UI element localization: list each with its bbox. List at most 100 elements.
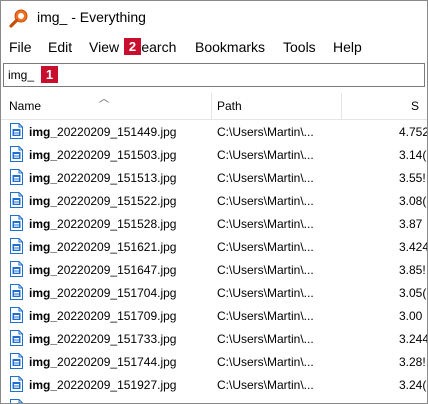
file-name-rest: 20220209_151522.jpg [57, 194, 177, 208]
file-size: 3.28! [399, 355, 426, 369]
table-row[interactable]: img_20220209_151927.jpg C:\Users\Martin\.… [1, 373, 427, 396]
table-row[interactable]: img_20220209_151733.jpg C:\Users\Martin\.… [1, 327, 427, 350]
match-highlight: img_ [29, 355, 58, 369]
sort-ascending-icon: ︿ [99, 94, 109, 105]
image-file-icon [10, 307, 23, 323]
file-name: img_20220209_152034.jpg [29, 401, 176, 403]
file-name-rest: 20220209_151503.jpg [57, 148, 177, 162]
file-path: C:\Users\Martin\... [217, 378, 314, 392]
file-size: 3.87 [399, 217, 423, 231]
file-size: 3.00 [399, 309, 423, 323]
file-name: img_20220209_151927.jpg [29, 378, 176, 392]
menu-view[interactable]: View [89, 39, 119, 55]
file-name-rest: 20220209_151709.jpg [57, 309, 177, 323]
image-file-icon [10, 399, 23, 403]
table-row[interactable]: img_20220209_151503.jpg C:\Users\Martin\.… [1, 143, 427, 166]
image-file-icon [10, 353, 23, 369]
file-name-rest: 20220209_151733.jpg [57, 332, 177, 346]
column-path-header[interactable]: Path [217, 99, 242, 113]
file-path: C:\Users\Martin\... [217, 401, 314, 403]
file-name-rest: 20220209_151513.jpg [57, 171, 177, 185]
table-row[interactable]: img_20220209_151647.jpg C:\Users\Martin\.… [1, 258, 427, 281]
file-path: C:\Users\Martin\... [217, 355, 314, 369]
file-name: img_20220209_151528.jpg [29, 217, 176, 231]
file-name: img_20220209_151522.jpg [29, 194, 176, 208]
file-name: img_20220209_151449.jpg [29, 125, 176, 139]
file-path: C:\Users\Martin\... [217, 263, 314, 277]
title-bar: img_ - Everything [1, 1, 427, 33]
file-name: img_20220209_151709.jpg [29, 309, 176, 323]
table-row[interactable]: img_20220209_151528.jpg C:\Users\Martin\.… [1, 212, 427, 235]
table-row[interactable]: img_20220209_151744.jpg C:\Users\Martin\.… [1, 350, 427, 373]
menu-bar: File Edit View Search Bookmarks Tools He… [1, 35, 427, 59]
column-name-header[interactable]: Name [9, 99, 41, 113]
table-row[interactable]: img_20220209_151522.jpg C:\Users\Martin\.… [1, 189, 427, 212]
column-divider[interactable] [211, 93, 212, 119]
table-row[interactable]: img_20220209_151709.jpg C:\Users\Martin\.… [1, 304, 427, 327]
file-size: 4.752 [399, 125, 427, 139]
window-title: img_ - Everything [37, 9, 146, 25]
file-name-rest: 20220209_151449.jpg [57, 125, 177, 139]
image-file-icon [10, 284, 23, 300]
image-file-icon [10, 330, 23, 346]
file-path: C:\Users\Martin\... [217, 309, 314, 323]
match-highlight: img_ [29, 378, 58, 392]
image-file-icon [10, 146, 23, 162]
image-file-icon [10, 192, 23, 208]
file-path: C:\Users\Martin\... [217, 148, 314, 162]
results-list: img_20220209_151449.jpg C:\Users\Martin\.… [1, 120, 427, 403]
search-input[interactable] [8, 66, 38, 83]
column-divider[interactable] [341, 93, 342, 119]
image-file-icon [10, 376, 23, 392]
column-header: ︿ Name Path S [1, 93, 427, 120]
search-box[interactable] [3, 63, 425, 87]
file-name: img_20220209_151503.jpg [29, 148, 176, 162]
file-name-rest: 20220209_151927.jpg [57, 378, 177, 392]
image-file-icon [10, 261, 23, 277]
file-size: 3.55! [399, 171, 426, 185]
file-name: img_20220209_151704.jpg [29, 286, 176, 300]
table-row[interactable]: img_20220209_151513.jpg C:\Users\Martin\.… [1, 166, 427, 189]
match-highlight: img_ [29, 125, 58, 139]
file-name: img_20220209_151744.jpg [29, 355, 176, 369]
file-path: C:\Users\Martin\... [217, 194, 314, 208]
file-path: C:\Users\Martin\... [217, 286, 314, 300]
menu-help[interactable]: Help [333, 39, 362, 55]
file-size: 3.18 [399, 401, 422, 403]
file-path: C:\Users\Martin\... [217, 217, 314, 231]
file-name: img_20220209_151733.jpg [29, 332, 176, 346]
match-highlight: img_ [29, 286, 58, 300]
file-size: 3.244 [399, 332, 427, 346]
image-file-icon [10, 215, 23, 231]
column-size-header[interactable]: S [411, 99, 419, 113]
table-row[interactable]: img_20220209_152034.jpg C:\Users\Martin\.… [1, 396, 427, 403]
match-highlight: img_ [29, 401, 57, 403]
everything-window: img_ - Everything File Edit View Search … [0, 0, 428, 404]
file-name-rest: 20220209_151744.jpg [57, 355, 177, 369]
menu-file[interactable]: File [9, 39, 32, 55]
table-row[interactable]: img_20220209_151449.jpg C:\Users\Martin\.… [1, 120, 427, 143]
file-name: img_20220209_151647.jpg [29, 263, 176, 277]
match-highlight: img_ [29, 309, 58, 323]
magnifier-app-icon [9, 9, 28, 28]
table-row[interactable]: img_20220209_151621.jpg C:\Users\Martin\.… [1, 235, 427, 258]
file-size: 3.05( [399, 286, 427, 300]
match-highlight: img_ [29, 332, 58, 346]
file-path: C:\Users\Martin\... [217, 240, 314, 254]
menu-tools[interactable]: Tools [283, 39, 316, 55]
file-name-rest: 20220209_151621.jpg [57, 240, 177, 254]
file-path: C:\Users\Martin\... [217, 125, 314, 139]
file-size: 3.85! [399, 263, 426, 277]
menu-bookmarks[interactable]: Bookmarks [195, 39, 265, 55]
file-name-rest: 20220209_152034.jpg [57, 401, 176, 403]
file-path: C:\Users\Martin\... [217, 332, 314, 346]
callout-badge-1: 1 [41, 66, 58, 83]
menu-edit[interactable]: Edit [48, 39, 72, 55]
file-name: img_20220209_151621.jpg [29, 240, 176, 254]
file-name: img_20220209_151513.jpg [29, 171, 176, 185]
image-file-icon [10, 238, 23, 254]
match-highlight: img_ [29, 171, 58, 185]
match-highlight: img_ [29, 217, 58, 231]
file-name-rest: 20220209_151704.jpg [57, 286, 177, 300]
table-row[interactable]: img_20220209_151704.jpg C:\Users\Martin\.… [1, 281, 427, 304]
